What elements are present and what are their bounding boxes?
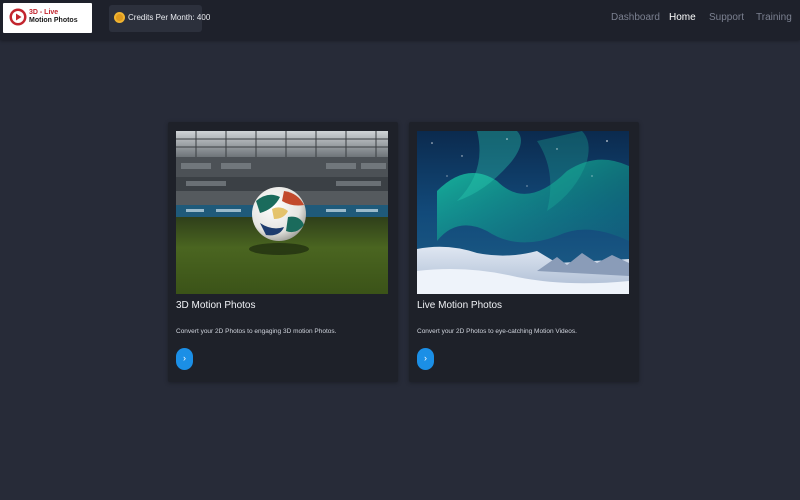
chevron-right-icon: ›: [183, 353, 186, 363]
coin-icon: [114, 12, 125, 23]
nav-support[interactable]: Support: [709, 12, 744, 26]
logo-text: 3D - Live Motion Photos: [29, 9, 91, 25]
credits-label: Credits Per Month: 400: [128, 13, 211, 22]
open-live-motion-button[interactable]: ›: [417, 348, 434, 370]
card-title: 3D Motion Photos: [176, 300, 256, 311]
card-title: Live Motion Photos: [417, 300, 503, 311]
app-logo[interactable]: 3D - Live Motion Photos: [3, 3, 92, 33]
aurora-image: [417, 131, 629, 294]
chevron-right-icon: ›: [424, 353, 427, 363]
nav-home[interactable]: Home: [669, 12, 696, 26]
card-description: Convert your 2D Photos to engaging 3D mo…: [176, 328, 337, 335]
logo-line-2: Motion Photos: [29, 17, 78, 24]
card-description: Convert your 2D Photos to eye-catching M…: [417, 328, 577, 335]
card-live-motion-photos: Live Motion Photos Convert your 2D Photo…: [409, 122, 639, 382]
logo-line-1: 3D - Live: [29, 9, 59, 16]
open-3d-motion-button[interactable]: ›: [176, 348, 193, 370]
soccer-ball-image: [176, 131, 388, 294]
credits-badge: Credits Per Month: 400: [109, 5, 210, 32]
top-navigation-bar: 3D - Live Motion Photos Credits Per Mont…: [0, 0, 800, 40]
nav-training[interactable]: Training: [756, 12, 792, 26]
play-logo-icon: [9, 8, 27, 26]
card-3d-motion-photos: 3D Motion Photos Convert your 2D Photos …: [168, 122, 398, 382]
nav-dashboard[interactable]: Dashboard: [611, 12, 660, 26]
